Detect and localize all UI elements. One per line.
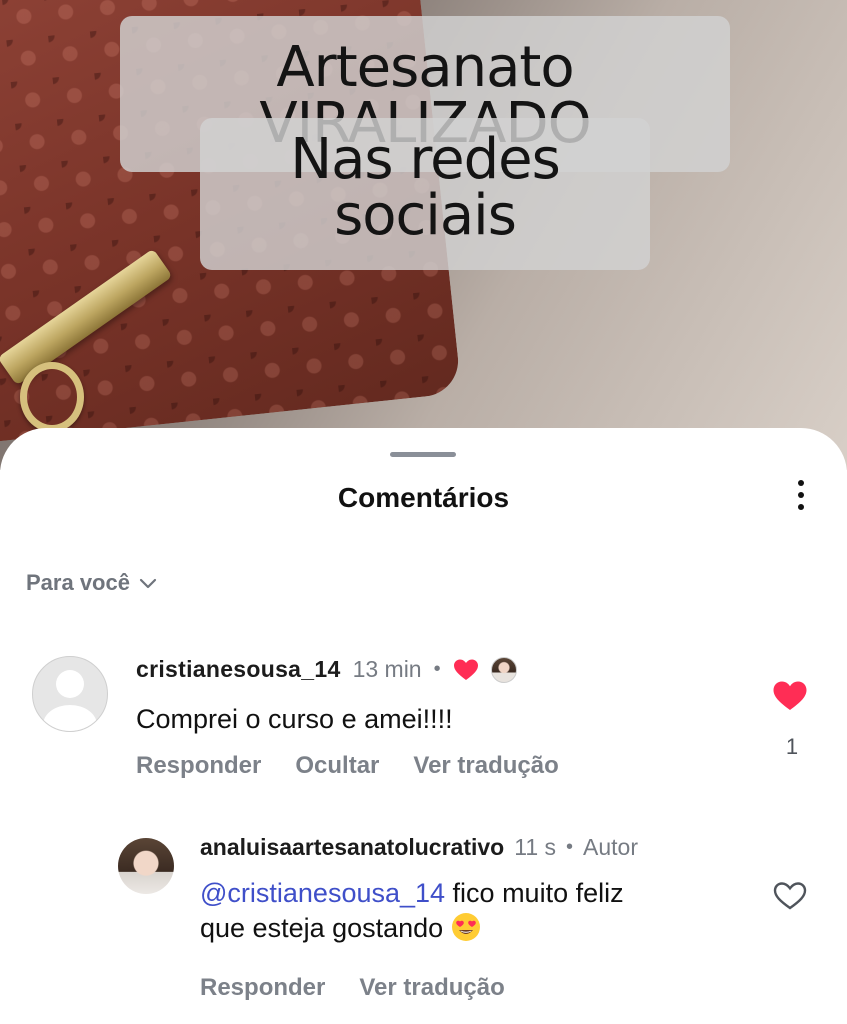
comments-sheet: Comentários Para você cristianesousa_14 …	[0, 428, 847, 1024]
chevron-down-icon	[139, 578, 157, 589]
separator-dot: •	[433, 658, 441, 680]
like-heart-icon[interactable]	[772, 680, 808, 712]
separator-dot: •	[566, 836, 574, 858]
translate-button[interactable]: Ver tradução	[359, 974, 504, 1002]
video-background: Artesanato VIRALIZADO Nas redes sociais	[0, 0, 847, 470]
filter-label: Para você	[26, 570, 130, 595]
comment-text: @cristianesousa_14 fico muito feliz que …	[200, 876, 760, 946]
comment-text-line1: fico muito feliz	[445, 878, 624, 908]
avatar[interactable]	[32, 656, 108, 732]
like-heart-outline-icon[interactable]	[772, 880, 808, 912]
comment-meta: cristianesousa_14 13 min •	[136, 656, 517, 683]
more-vertical-icon	[798, 480, 804, 486]
reply-button[interactable]: Responder	[136, 752, 261, 780]
comment-actions: Responder Ver tradução	[200, 974, 505, 1002]
mention-link[interactable]: @cristianesousa_14	[200, 878, 445, 908]
video-caption-line2: Nas redes sociais	[200, 118, 650, 270]
comment-time: 11 s	[514, 834, 557, 860]
creator-avatar-icon	[490, 656, 517, 683]
creator-liked-heart-icon	[453, 659, 478, 680]
bag-lock-image	[20, 362, 84, 432]
comment-filter-dropdown[interactable]: Para você	[26, 570, 158, 596]
reply-button[interactable]: Responder	[200, 974, 325, 1002]
hide-button[interactable]: Ocultar	[295, 752, 379, 780]
comment-time: 13 min	[352, 656, 422, 682]
comment-actions: Responder Ocultar Ver tradução	[136, 752, 559, 780]
more-options-button[interactable]	[789, 480, 813, 516]
drag-handle[interactable]	[390, 452, 456, 457]
heart-eyes-emoji-icon	[451, 913, 480, 941]
comment-meta: analuisaartesanatolucrativo 11 s • Autor	[200, 834, 638, 861]
author-badge: Autor	[583, 834, 639, 860]
comment-username[interactable]: cristianesousa_14	[136, 656, 341, 683]
comment-text: Comprei o curso e amei!!!!	[136, 704, 453, 734]
comment-text-line2: que esteja gostando	[200, 913, 444, 943]
avatar[interactable]	[118, 838, 174, 894]
sheet-title: Comentários	[337, 482, 510, 513]
like-count: 1	[785, 734, 799, 759]
comment-username[interactable]: analuisaartesanatolucrativo	[200, 834, 504, 861]
translate-button[interactable]: Ver tradução	[413, 752, 558, 780]
